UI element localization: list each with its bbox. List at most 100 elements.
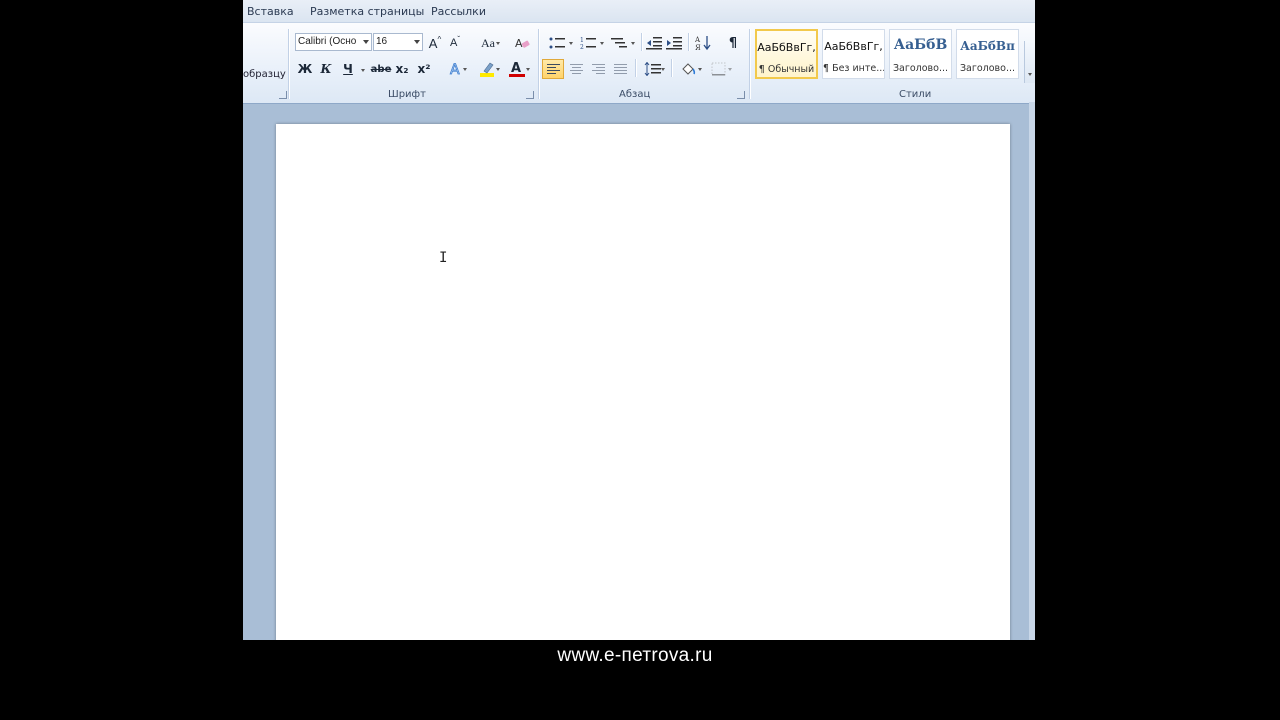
chevron-down-icon [631,42,635,45]
sort-button[interactable]: AЯ [694,33,712,53]
svg-text:A: A [450,62,460,77]
multilevel-list-button[interactable] [608,33,636,53]
change-case-button[interactable]: Aa [477,33,500,53]
italic-button[interactable]: К [318,59,334,79]
group-separator [635,59,636,77]
group-separator [749,29,750,99]
chevron-down-icon [728,68,732,71]
ribbon: образцу Calibri (Осно 16 A ^ Aˇ Aa A Ж К … [243,22,1035,104]
border-icon [711,62,726,76]
svg-text:1: 1 [580,37,584,44]
style-sample: АаБбВп [960,39,1015,53]
font-name-combo[interactable]: Calibri (Осно [295,33,372,51]
document-page[interactable]: I [276,124,1010,640]
chevron-down-icon [463,68,467,71]
tab-page-layout[interactable]: Разметка страницы [310,5,424,18]
bold-button[interactable]: Ж [297,59,313,79]
style-name: Заголово... [959,63,1016,74]
tab-insert[interactable]: Вставка [247,5,294,18]
text-cursor-icon: I [439,250,448,266]
increase-indent-button[interactable] [665,33,683,53]
styles-scroll[interactable] [1024,41,1035,83]
style-sample: АаБбВвГг, [824,40,883,53]
grow-font-icon: A [428,35,438,51]
strikethrough-button[interactable]: abe [371,59,392,79]
chevron-down-icon [661,68,665,71]
shrink-arrow-icon: ˇ [457,34,460,44]
grow-arrow-icon: ^ [437,34,442,44]
styles-group-label: Стили [899,89,932,100]
align-right-button[interactable] [588,59,608,79]
chevron-down-icon [496,42,500,45]
decrease-indent-icon [646,37,662,50]
group-separator [688,33,689,51]
underline-button[interactable]: Ч [340,59,356,79]
group-separator [641,33,642,51]
show-formatting-button[interactable]: ¶ [724,33,742,53]
style-item[interactable]: АаБбВвГг, ¶ Обычный [755,29,818,79]
subscript-button[interactable]: x₂ [394,59,410,79]
style-sample: АаБбВвГг, [757,41,816,54]
word-window: Вставка Разметка страницы Рассылки образ… [243,0,1035,640]
clear-formatting-button[interactable]: A [513,33,531,53]
paragraph-group-label: Абзац [619,89,651,100]
shrink-font-button[interactable]: Aˇ [447,33,463,53]
style-name: ¶ Без инте... [823,63,884,74]
line-spacing-icon [644,62,661,76]
bullets-button[interactable] [546,33,574,53]
decrease-indent-button[interactable] [645,33,663,53]
svg-text:2: 2 [580,44,584,50]
font-size-combo[interactable]: 16 [373,33,423,51]
sort-az-icon: AЯ [695,36,711,51]
tab-mailings[interactable]: Рассылки [431,5,486,18]
superscript-button[interactable]: x² [416,59,432,79]
justify-icon [613,62,627,76]
group-separator [288,29,289,99]
group-separator [671,59,672,77]
align-right-icon [591,62,605,76]
numbering-button[interactable]: 12 [577,33,605,53]
chevron-down-icon [698,68,702,71]
format-painter-label[interactable]: образцу [243,69,286,80]
style-item[interactable]: АаБбВп Заголово... [956,29,1019,79]
align-center-button[interactable] [566,59,586,79]
group-separator [538,29,539,99]
style-item[interactable]: АаБбВ Заголово... [889,29,952,79]
chevron-down-icon [569,42,573,45]
shading-button[interactable] [676,59,702,79]
highlighter-icon [480,62,494,77]
chevron-down-icon[interactable] [1028,73,1032,76]
align-center-icon [569,62,583,76]
paragraph-launcher-icon[interactable] [737,91,745,99]
justify-button[interactable] [610,59,630,79]
ribbon-tabs: Вставка Разметка страницы Рассылки [243,0,1035,22]
align-left-icon [546,62,560,76]
grow-font-button[interactable]: A ^ [427,33,443,53]
style-name: ¶ Обычный [758,64,815,75]
style-item[interactable]: АаБбВвГг, ¶ Без инте... [822,29,885,79]
chevron-down-icon [363,40,369,44]
shrink-font-icon: A [449,37,458,49]
line-spacing-button[interactable] [640,59,666,79]
svg-text:A: A [515,37,523,50]
text-effects-button[interactable]: A [445,59,467,79]
svg-text:A: A [511,61,521,76]
underline-dropdown-icon[interactable] [361,69,365,72]
font-size-value: 16 [376,36,388,47]
svg-text:Я: Я [695,44,701,51]
chevron-down-icon [496,68,500,71]
font-color-icon: A [509,61,525,77]
borders-button[interactable] [706,59,732,79]
bullet-list-icon [549,37,565,49]
highlight-button[interactable] [475,59,500,79]
text-effects-icon: A [450,62,461,77]
vertical-scrollbar[interactable] [1029,102,1035,640]
clear-formatting-icon: A [515,37,530,50]
clipboard-launcher-icon[interactable] [279,91,287,99]
font-name-value: Calibri (Осно [298,36,357,47]
font-color-button[interactable]: A [505,59,530,79]
align-left-button[interactable] [542,59,564,79]
font-launcher-icon[interactable] [526,91,534,99]
font-group-label: Шрифт [388,89,426,100]
increase-indent-icon [666,37,682,50]
